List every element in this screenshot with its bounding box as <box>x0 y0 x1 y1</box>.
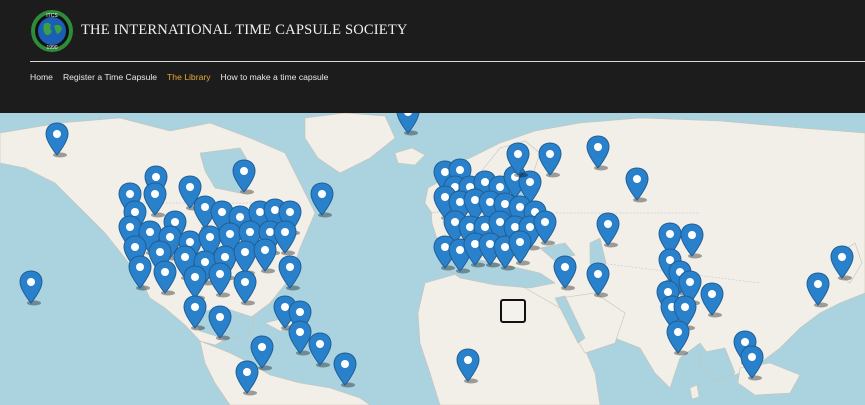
map-pin-icon[interactable] <box>278 255 302 291</box>
selected-marker-highlight[interactable] <box>500 299 526 323</box>
map-pin-icon[interactable] <box>232 159 256 195</box>
map-pin-icon[interactable] <box>183 295 207 331</box>
map-pin-icon[interactable] <box>586 262 610 298</box>
map-pin-icon[interactable] <box>680 223 704 259</box>
globe-logo-icon[interactable]: ITCS 1990 <box>30 9 74 53</box>
map-pin-icon[interactable] <box>310 182 334 218</box>
nav-register-time-capsule[interactable]: Register a Time Capsule <box>63 72 157 82</box>
map-pin-icon[interactable] <box>308 332 332 368</box>
main-nav: Home Register a Time Capsule The Library… <box>30 72 328 82</box>
map-pin-icon[interactable] <box>208 262 232 298</box>
header-divider <box>30 61 865 62</box>
map-pin-icon[interactable] <box>235 360 259 396</box>
map-pin-icon[interactable] <box>128 255 152 291</box>
map-pin-icon[interactable] <box>700 282 724 318</box>
map-pin-icon[interactable] <box>830 245 854 281</box>
map-pin-icon[interactable] <box>508 230 532 266</box>
map-pin-icon[interactable] <box>396 113 420 136</box>
map-pin-icon[interactable] <box>806 272 830 308</box>
logo-bottom-text: 1990 <box>46 45 57 51</box>
map-pin-icon[interactable] <box>233 270 257 306</box>
map-pin-icon[interactable] <box>333 352 357 388</box>
map-pin-icon[interactable] <box>153 260 177 296</box>
map-pin-icon[interactable] <box>456 348 480 384</box>
nav-how-to-make[interactable]: How to make a time capsule <box>221 72 329 82</box>
map-pin-icon[interactable] <box>596 212 620 248</box>
map-pin-icon[interactable] <box>208 305 232 341</box>
map-pin-icon[interactable] <box>586 135 610 171</box>
map-pin-icon[interactable] <box>553 255 577 291</box>
nav-the-library[interactable]: The Library <box>167 72 210 82</box>
map-pin-icon[interactable] <box>740 345 764 381</box>
map-pin-icon[interactable] <box>625 167 649 203</box>
map-pin-icon[interactable] <box>253 238 277 274</box>
site-title[interactable]: THE INTERNATIONAL TIME CAPSULE SOCIETY <box>81 22 408 39</box>
nav-home[interactable]: Home <box>30 72 53 82</box>
map-pin-icon[interactable] <box>666 320 690 356</box>
map-pin-icon[interactable] <box>19 270 43 306</box>
logo-top-text: ITCS <box>46 13 58 19</box>
map-pin-icon[interactable] <box>533 210 557 246</box>
site-header: ITCS 1990 THE INTERNATIONAL TIME CAPSULE… <box>0 0 865 113</box>
map-pin-icon[interactable] <box>506 142 530 178</box>
map-pin-icon[interactable] <box>45 122 69 158</box>
world-map[interactable] <box>0 113 865 405</box>
map-pin-icon[interactable] <box>538 142 562 178</box>
